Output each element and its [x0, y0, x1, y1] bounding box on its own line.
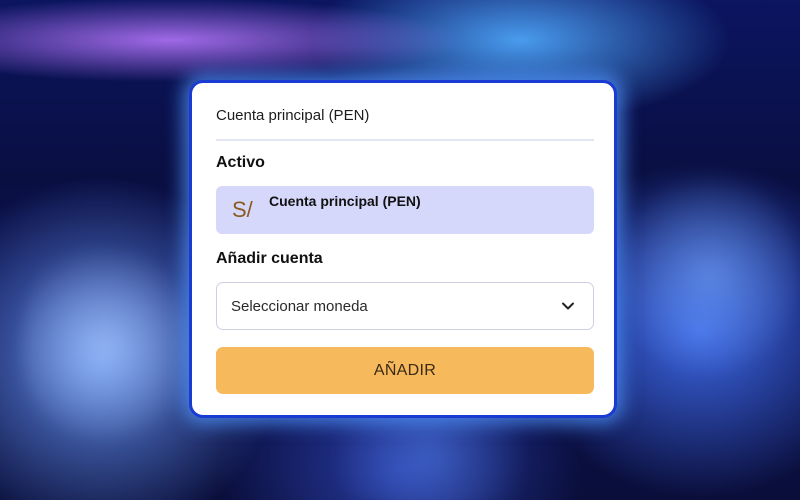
currency-select[interactable]: Seleccionar moneda: [216, 282, 594, 330]
add-account-heading: Añadir cuenta: [216, 250, 323, 267]
tab-account-principal[interactable]: Cuenta principal (PEN): [216, 107, 369, 124]
currency-select-value: Seleccionar moneda: [231, 298, 368, 315]
account-tab-bar: Cuenta principal (PEN): [216, 105, 594, 141]
currency-symbol: S/: [232, 197, 253, 222]
smoke-left: [20, 230, 190, 460]
chevron-down-icon: [562, 302, 574, 310]
active-section-heading: Activo: [216, 154, 265, 171]
smoke-right: [620, 160, 800, 390]
active-account-row[interactable]: S/ Cuenta principal (PEN): [216, 186, 594, 234]
add-account-button[interactable]: AÑADIR: [216, 347, 594, 394]
account-card: Cuenta principal (PEN) Activo S/ Cuenta …: [189, 80, 617, 418]
account-name: Cuenta principal (PEN): [269, 193, 421, 209]
